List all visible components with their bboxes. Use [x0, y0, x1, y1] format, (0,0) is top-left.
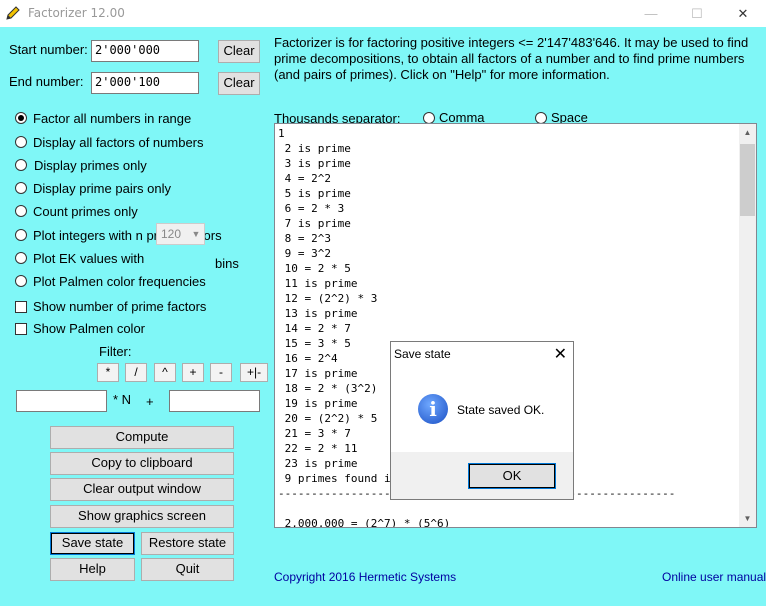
mode-label[interactable]: Factor all numbers in range — [33, 111, 191, 126]
mode-label[interactable]: Display primes only — [34, 158, 147, 173]
output-line: 9 = 3^2 — [278, 247, 331, 260]
output-line: 8 = 2^3 — [278, 232, 331, 245]
filter-multiplier-field[interactable] — [16, 390, 107, 412]
output-scrollbar[interactable]: ▲ ▼ — [739, 124, 756, 527]
title-bar: Factorizer 12.00 — ☐ ✕ — [0, 0, 766, 27]
save-state-dialog: Save state ✕ i State saved OK. OK — [390, 341, 574, 500]
dialog-title: Save state — [394, 347, 451, 361]
start-number-field[interactable]: 2'000'000 — [91, 40, 199, 62]
mode-label[interactable]: Plot EK values with — [33, 251, 144, 266]
mode-radio[interactable] — [15, 275, 27, 287]
filter-op-button[interactable]: ^ — [154, 363, 176, 382]
close-button[interactable]: ✕ — [720, 0, 766, 27]
option-label[interactable]: Show Palmen color — [33, 321, 145, 336]
scroll-thumb[interactable] — [740, 144, 755, 216]
filter-offset-field[interactable] — [169, 390, 260, 412]
output-line: 12 = (2^2) * 3 — [278, 292, 378, 305]
minimize-button[interactable]: — — [628, 0, 674, 27]
end-number-field[interactable]: 2'000'100 — [91, 72, 199, 94]
option-checkbox[interactable] — [15, 323, 27, 335]
scroll-down-icon[interactable]: ▼ — [739, 510, 756, 527]
bins-label: bins — [215, 256, 239, 271]
output-line: 6 = 2 * 3 — [278, 202, 345, 215]
bins-combo[interactable]: 120 ▼ — [156, 223, 205, 245]
quit-button[interactable]: Quit — [141, 558, 234, 581]
output-line: 5 is prime — [278, 187, 351, 200]
maximize-button[interactable]: ☐ — [674, 0, 720, 27]
mode-label[interactable]: Count primes only — [33, 204, 138, 219]
save-state-button[interactable]: Save state — [50, 532, 135, 555]
help-button[interactable]: Help — [50, 558, 135, 581]
output-line: 10 = 2 * 5 — [278, 262, 351, 275]
copyright-text: Copyright 2016 Hermetic Systems — [274, 570, 457, 584]
filter-op-button[interactable]: +|- — [240, 363, 268, 382]
copy-to-clipboard-button[interactable]: Copy to clipboard — [50, 452, 234, 475]
end-number-label: End number: — [9, 74, 84, 89]
window-title: Factorizer 12.00 — [28, 6, 125, 20]
show-graphics-button[interactable]: Show graphics screen — [50, 505, 234, 528]
bins-value: 120 — [161, 227, 182, 241]
output-line: 3 is prime — [278, 157, 351, 170]
info-icon: i — [418, 394, 448, 424]
mode-radio[interactable] — [15, 229, 27, 241]
dialog-close-icon[interactable]: ✕ — [554, 344, 567, 364]
filter-label: Filter: — [99, 344, 132, 359]
filter-op-button[interactable]: * — [97, 363, 119, 382]
scroll-up-icon[interactable]: ▲ — [739, 124, 756, 141]
restore-state-button[interactable]: Restore state — [141, 532, 234, 555]
output-line: 13 is prime — [278, 307, 358, 320]
filter-op-button[interactable]: + — [182, 363, 204, 382]
online-manual-link[interactable]: Online user manual — [662, 570, 766, 584]
output-line: 1 — [278, 127, 285, 140]
mode-radio[interactable] — [15, 252, 27, 264]
mode-radio[interactable] — [15, 182, 27, 194]
option-label[interactable]: Show number of prime factors — [33, 299, 206, 314]
dialog-ok-button[interactable]: OK — [468, 463, 556, 489]
option-checkbox[interactable] — [15, 301, 27, 313]
compute-button[interactable]: Compute — [50, 426, 234, 449]
filter-op-button[interactable]: - — [210, 363, 232, 382]
output-line: 2,000,000 = (2^7) * (5^6) — [278, 517, 451, 528]
mode-radio[interactable] — [15, 136, 27, 148]
filter-plus-label: + — [146, 394, 154, 409]
mode-radio[interactable] — [15, 159, 27, 171]
dialog-button-bar: OK — [391, 452, 573, 499]
description-text: Factorizer is for factoring positive int… — [274, 35, 749, 82]
mode-label[interactable]: Display prime pairs only — [33, 181, 171, 196]
clear-output-button[interactable]: Clear output window — [50, 478, 234, 501]
clear-end-button[interactable]: Clear — [218, 72, 260, 95]
output-line: 2 is prime — [278, 142, 351, 155]
mode-radio[interactable] — [15, 205, 27, 217]
filter-op-button[interactable]: / — [125, 363, 147, 382]
output-line: 11 is prime — [278, 277, 358, 290]
mode-radio[interactable] — [15, 112, 27, 124]
mode-label[interactable]: Plot Palmen color frequencies — [33, 274, 206, 289]
output-line: 7 is prime — [278, 217, 351, 230]
filter-n-label: * N — [113, 392, 132, 407]
clear-start-button[interactable]: Clear — [218, 40, 260, 63]
mode-label[interactable]: Display all factors of numbers — [33, 135, 204, 150]
chevron-down-icon: ▼ — [191, 229, 201, 239]
start-number-label: Start number: — [9, 42, 88, 57]
dialog-message: State saved OK. — [457, 403, 545, 417]
output-line: 4 = 2^2 — [278, 172, 331, 185]
pencil-icon — [6, 6, 20, 20]
output-line: 14 = 2 * 7 — [278, 322, 351, 335]
